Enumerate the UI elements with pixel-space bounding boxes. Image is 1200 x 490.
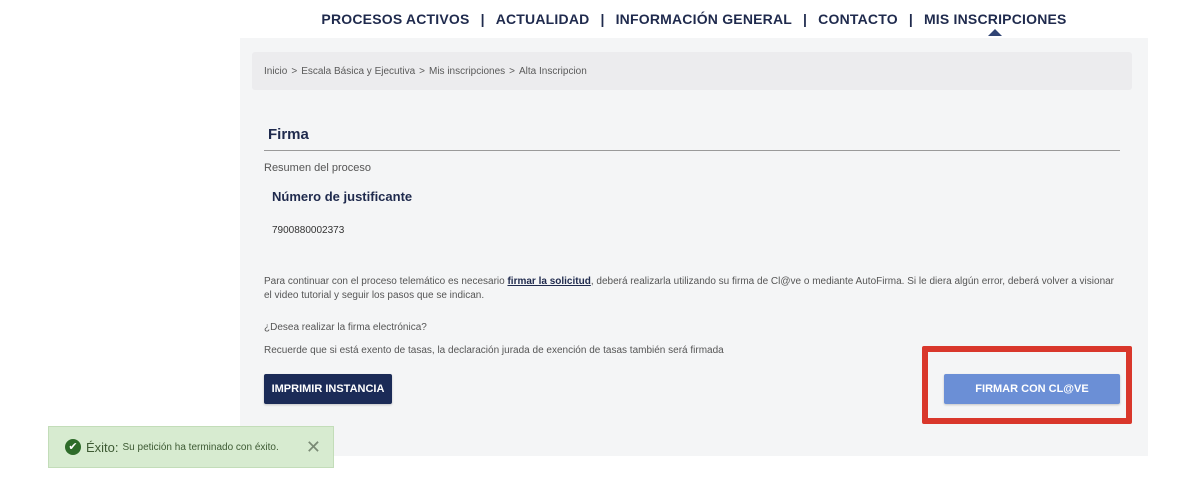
section-title: Firma: [268, 126, 309, 143]
nav-informacion-general[interactable]: INFORMACIÓN GENERAL: [616, 11, 792, 27]
top-navigation: PROCESOS ACTIVOS | ACTUALIDAD | INFORMAC…: [240, 0, 1148, 38]
breadcrumb-alta-inscripcion: Alta Inscripcion: [518, 65, 587, 77]
breadcrumb: Inicio > Escala Básica y Ejecutiva > Mis…: [252, 52, 1132, 90]
nav-actualidad[interactable]: ACTUALIDAD: [496, 11, 590, 27]
justificante-value: 7900880002373: [272, 225, 345, 236]
divider: [264, 150, 1120, 151]
breadcrumb-separator: >: [509, 65, 515, 77]
highlight-annotation-box: [922, 346, 1132, 424]
breadcrumb-separator: >: [291, 65, 298, 77]
breadcrumb-separator: >: [419, 65, 425, 77]
sign-question: ¿Desea realizar la firma electrónica?: [264, 322, 427, 333]
summary-label: Resumen del proceso: [264, 162, 372, 174]
nav-procesos-activos[interactable]: PROCESOS ACTIVOS: [321, 11, 469, 27]
nav-separator: |: [480, 11, 485, 27]
print-instance-button[interactable]: IMPRIMIR INSTANCIA: [264, 374, 392, 404]
breadcrumb-mis-inscripciones[interactable]: Mis inscripciones: [429, 66, 505, 77]
breadcrumb-escala[interactable]: Escala Básica y Ejecutiva: [301, 66, 415, 77]
breadcrumb-inicio[interactable]: Inicio: [264, 66, 287, 77]
toast-title: Éxito:: [86, 439, 119, 455]
nav-separator: |: [908, 11, 913, 27]
toast-message: Su petición ha terminado con éxito.: [122, 441, 279, 453]
sign-instructions: Para continuar con el proceso telemático…: [264, 275, 1124, 303]
check-circle-icon: ✔: [65, 439, 81, 455]
justificante-label: Número de justificante: [272, 189, 413, 204]
exemption-reminder: Recuerde que si está exento de tasas, la…: [264, 345, 724, 356]
page: PROCESOS ACTIVOS | ACTUALIDAD | INFORMAC…: [0, 0, 1200, 490]
success-toast: ✔ Éxito: Su petición ha terminado con éx…: [48, 426, 334, 468]
nav-contacto[interactable]: CONTACTO: [818, 11, 898, 27]
instructions-text-before: Para continuar con el proceso telemático…: [264, 276, 508, 287]
nav-separator: |: [600, 11, 605, 27]
close-icon[interactable]: ✕: [306, 437, 321, 457]
nav-separator: |: [803, 11, 808, 27]
firmar-solicitud-link[interactable]: firmar la solicitud: [507, 276, 590, 287]
nav-mis-inscripciones[interactable]: MIS INSCRIPCIONES: [924, 11, 1067, 27]
